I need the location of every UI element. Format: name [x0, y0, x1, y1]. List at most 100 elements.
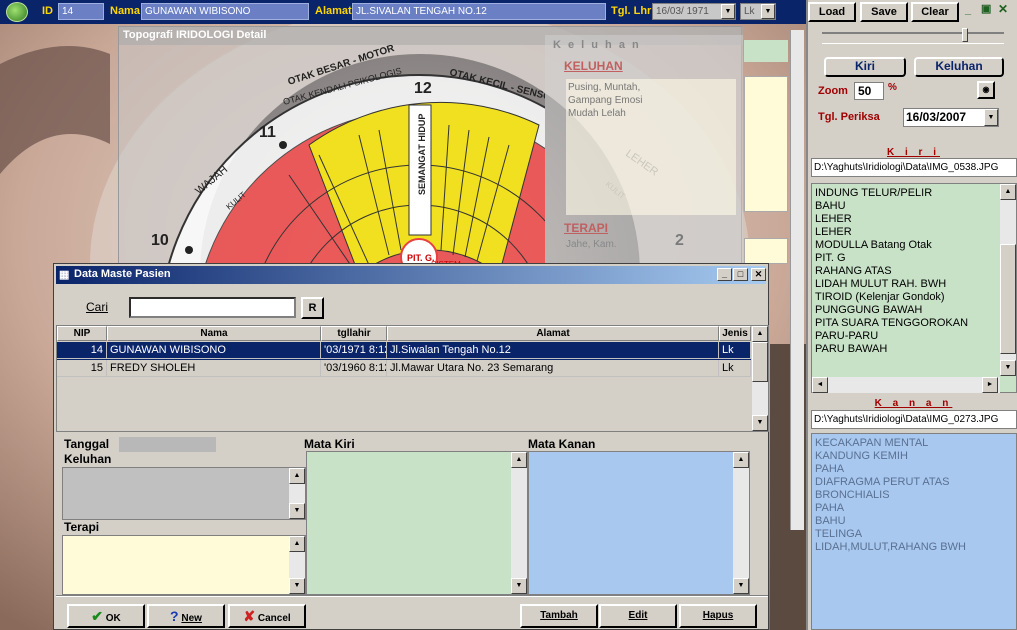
scroll-thumb[interactable]: [752, 342, 768, 382]
list-item[interactable]: TIROID (Kelenjar Gondok): [815, 291, 1013, 304]
restore-icon[interactable]: ▣: [981, 2, 991, 15]
list-item[interactable]: PARU BAWAH: [815, 343, 1013, 356]
terapi-textarea[interactable]: ▲ ▼: [62, 535, 306, 595]
mata-kiri-textarea[interactable]: ▲ ▼: [306, 451, 528, 595]
scroll-down-icon[interactable]: ▼: [511, 578, 527, 594]
list-item[interactable]: BRONCHIALIS: [815, 489, 1013, 502]
minimize-icon[interactable]: _: [717, 268, 732, 281]
cell-alamat: Jl.Mawar Utara No. 23 Semarang: [387, 360, 719, 377]
scroll-up-icon[interactable]: ▲: [289, 468, 305, 484]
save-button[interactable]: Save: [860, 2, 908, 22]
tanggal-field[interactable]: [119, 437, 216, 452]
chevron-down-icon[interactable]: ▼: [721, 4, 735, 19]
scroll-down-icon[interactable]: ▼: [289, 503, 305, 519]
nama-field[interactable]: GUNAWAN WIBISONO: [141, 3, 309, 20]
keluhan-text[interactable]: Pusing, Muntah, Gampang Emosi Mudah Lela…: [566, 79, 736, 215]
scroll-up-icon[interactable]: ▲: [511, 452, 527, 468]
list-item[interactable]: PARU-PARU: [815, 330, 1013, 343]
detail-scrollbar[interactable]: [790, 30, 804, 530]
grid-scrollbar[interactable]: ▲ ▼: [752, 326, 768, 431]
mata-kanan-scrollbar[interactable]: ▲ ▼: [733, 452, 749, 594]
kiri-list-hscrollbar[interactable]: ◄ ►: [812, 377, 1000, 393]
scroll-down-icon[interactable]: ▼: [733, 578, 749, 594]
zoom-unit: %: [888, 82, 897, 93]
cari-input[interactable]: [129, 297, 296, 318]
kiri-button[interactable]: Kiri: [824, 57, 906, 77]
kanan-findings-list[interactable]: KECAKAPAN MENTAL KANDUNG KEMIH PAHA DIAFRAG…: [811, 433, 1017, 630]
list-item[interactable]: TELINGA: [815, 528, 1013, 541]
refresh-button[interactable]: R: [301, 297, 324, 319]
list-item[interactable]: PAHA: [815, 463, 1013, 476]
list-item[interactable]: LEHER: [815, 213, 1013, 226]
terapi-text[interactable]: Jahe, Kam.: [566, 239, 617, 250]
list-item[interactable]: PITA SUARA TENGGOROKAN: [815, 317, 1013, 330]
list-item[interactable]: BAHU: [815, 200, 1013, 213]
mata-kanan-textarea[interactable]: ▲ ▼: [528, 451, 750, 595]
new-button[interactable]: ? New: [147, 604, 225, 628]
chart-number-11: 11: [259, 124, 276, 141]
right-panel: Load Save Clear _ ▣ ✕ Kiri Keluhan Zoom …: [806, 0, 1017, 630]
tgl-periksa-combo[interactable]: 16/03/2007 ▼: [903, 108, 999, 127]
scroll-down-icon[interactable]: ▼: [1000, 360, 1016, 376]
chart-number-10: 10: [151, 232, 169, 249]
scroll-thumb[interactable]: [1000, 244, 1016, 354]
slider-thumb[interactable]: [962, 28, 968, 42]
keluhan-button[interactable]: Keluhan: [914, 57, 1004, 77]
hapus-button[interactable]: Hapus: [679, 604, 757, 628]
list-item[interactable]: PUNGGUNG BAWAH: [815, 304, 1013, 317]
col-nip[interactable]: NIP: [57, 326, 107, 341]
list-item[interactable]: KANDUNG KEMIH: [815, 450, 1013, 463]
table-row[interactable]: 14 GUNAWAN WIBISONO '03/1971 8:12 Jl.Siw…: [57, 342, 751, 360]
list-item[interactable]: MODULLA Batang Otak: [815, 239, 1013, 252]
kiri-findings-list[interactable]: INDUNG TELUR/PELIR BAHU LEHER LEHER MODULLA …: [811, 183, 1017, 393]
scroll-left-icon[interactable]: ◄: [812, 377, 828, 393]
col-tgllahir[interactable]: tgllahir: [321, 326, 387, 341]
cancel-button[interactable]: ✘ Cancel: [228, 604, 306, 628]
list-item[interactable]: LIDAH,MULUT,RAHANG BWH: [815, 541, 1013, 554]
col-jenis[interactable]: Jenis: [719, 326, 751, 341]
close-icon[interactable]: ✕: [751, 268, 766, 281]
zoom-apply-icon[interactable]: ◉: [977, 81, 995, 99]
list-item[interactable]: KECAKAPAN MENTAL: [815, 437, 1013, 450]
col-alamat[interactable]: Alamat: [387, 326, 719, 341]
scroll-up-icon[interactable]: ▲: [733, 452, 749, 468]
minimize-icon[interactable]: _: [965, 4, 971, 16]
close-icon[interactable]: ✕: [998, 2, 1008, 16]
scroll-up-icon[interactable]: ▲: [752, 326, 768, 342]
scroll-down-icon[interactable]: ▼: [752, 415, 768, 431]
list-item[interactable]: LIDAH MULUT RAH. BWH: [815, 278, 1013, 291]
gender-combo[interactable]: Lk ▼: [740, 3, 776, 20]
kiri-list-scrollbar[interactable]: ▲ ▼: [1000, 184, 1016, 376]
table-row[interactable]: 15 FREDY SHOLEH '03/1960 8:12 Jl.Mawar U…: [57, 360, 751, 378]
chevron-down-icon[interactable]: ▼: [761, 4, 775, 19]
mata-kiri-scrollbar[interactable]: ▲ ▼: [511, 452, 527, 594]
list-item[interactable]: RAHANG ATAS: [815, 265, 1013, 278]
clear-button[interactable]: Clear: [911, 2, 959, 22]
col-nama[interactable]: Nama: [107, 326, 321, 341]
scroll-up-icon[interactable]: ▲: [1000, 184, 1016, 200]
ok-button[interactable]: ✔ OK: [67, 604, 145, 628]
chevron-down-icon[interactable]: ▼: [984, 109, 998, 126]
list-item[interactable]: INDUNG TELUR/PELIR: [815, 187, 1013, 200]
keluhan-scrollbar[interactable]: ▲ ▼: [289, 468, 305, 519]
terapi-scrollbar[interactable]: ▲ ▼: [289, 536, 305, 594]
scroll-up-icon[interactable]: ▲: [289, 536, 305, 552]
list-item[interactable]: PIT. G: [815, 252, 1013, 265]
id-field[interactable]: 14: [58, 3, 104, 20]
edit-button[interactable]: Edit: [599, 604, 677, 628]
scroll-right-icon[interactable]: ►: [982, 377, 998, 393]
load-button[interactable]: Load: [808, 2, 856, 22]
scroll-down-icon[interactable]: ▼: [289, 578, 305, 594]
list-item[interactable]: BAHU: [815, 515, 1013, 528]
list-item[interactable]: PAHA: [815, 502, 1013, 515]
alamat-field[interactable]: JL.SIVALAN TENGAH NO.12: [352, 3, 606, 20]
tgl-lhr-combo[interactable]: 16/03/ 1971 ▼: [652, 3, 736, 20]
list-item[interactable]: LEHER: [815, 226, 1013, 239]
kanan-section-title: K a n a n: [874, 398, 953, 409]
list-item[interactable]: DIAFRAGMA PERUT ATAS: [815, 476, 1013, 489]
tambah-button[interactable]: Tambah: [520, 604, 598, 628]
keluhan-textarea[interactable]: ▲ ▼: [62, 467, 306, 520]
zoom-input[interactable]: 50: [854, 82, 884, 100]
maximize-icon[interactable]: □: [733, 268, 748, 281]
zoom-slider[interactable]: [822, 28, 1004, 44]
